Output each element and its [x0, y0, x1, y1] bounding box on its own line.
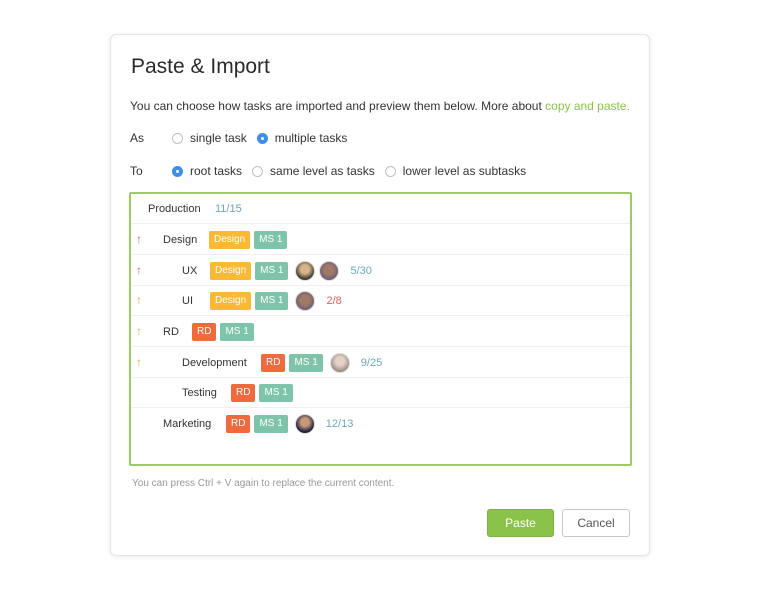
- priority-up-arrow-icon: ↑: [136, 263, 142, 277]
- avatar: [294, 414, 315, 434]
- radio-button[interactable]: [172, 132, 183, 144]
- task-row-ux: ↑ UX Design MS 1 5/30: [131, 256, 630, 286]
- tag-rd: RD: [231, 383, 256, 402]
- task-name: Testing: [182, 386, 217, 399]
- to-label: To: [130, 164, 143, 178]
- intro-description: You can choose how tasks are imported an…: [130, 99, 546, 113]
- task-row-production: Production 11/15: [131, 194, 630, 224]
- task-row-development: ↑ Development RD MS 1 9/25: [131, 348, 630, 378]
- task-name: UI: [182, 294, 193, 307]
- task-progress: 5/30: [350, 264, 372, 277]
- tag-milestone: MS 1: [254, 230, 288, 249]
- radio-root-tasks[interactable]: root tasks: [172, 164, 242, 178]
- task-row-marketing: Marketing RD MS 1 12/13: [131, 409, 630, 439]
- radio-label: single task: [190, 131, 247, 145]
- radio-label: same level as tasks: [270, 164, 375, 178]
- radio-same-level[interactable]: same level as tasks: [252, 164, 375, 178]
- intro-text: You can choose how tasks are imported an…: [130, 99, 630, 113]
- as-label: As: [130, 131, 145, 145]
- cancel-button[interactable]: Cancel: [562, 509, 630, 537]
- priority-up-arrow-icon: ↑: [136, 355, 142, 369]
- to-options-row: To root tasks same level as tasks lower …: [130, 164, 536, 178]
- tag-design: Design: [209, 230, 251, 249]
- task-progress: 12/13: [325, 418, 354, 430]
- avatar: [295, 260, 316, 281]
- task-progress: 9/25: [360, 356, 383, 369]
- priority-up-arrow-icon: ↑: [136, 232, 142, 246]
- avatar: [319, 260, 340, 281]
- tag-rd: RD: [226, 415, 251, 433]
- task-row-design: ↑ Design Design MS 1: [131, 225, 630, 255]
- dialog-title: Paste & Import: [131, 55, 270, 78]
- tag-milestone: MS 1: [254, 415, 288, 433]
- task-tags: RD MS 1 12/13: [226, 414, 353, 434]
- priority-up-arrow-icon: ↑: [136, 324, 142, 338]
- tag-milestone: MS 1: [255, 291, 289, 310]
- radio-label: lower level as subtasks: [402, 164, 527, 178]
- task-name: Marketing: [163, 418, 212, 430]
- priority-up-arrow-icon: ↑: [136, 293, 142, 307]
- radio-label: multiple tasks: [274, 131, 348, 145]
- tag-milestone: MS 1: [289, 353, 323, 372]
- task-row-ui: ↑ UI Design MS 1 2/8: [131, 286, 630, 316]
- task-name: UX: [182, 264, 198, 277]
- radio-multiple-tasks[interactable]: multiple tasks: [256, 131, 348, 145]
- task-row-rd: ↑ RD RD MS 1: [131, 317, 630, 347]
- radio-button[interactable]: [252, 165, 264, 177]
- paste-hint: You can press Ctrl + V again to replace …: [132, 478, 395, 489]
- paste-button[interactable]: Paste: [487, 509, 554, 537]
- radio-single-task[interactable]: single task: [172, 131, 247, 145]
- task-name: Design: [163, 233, 198, 246]
- radio-lower-level[interactable]: lower level as subtasks: [384, 164, 527, 178]
- task-tags: RD MS 1: [192, 322, 258, 341]
- radio-label: root tasks: [190, 164, 243, 178]
- task-tags: RD MS 1: [231, 383, 297, 402]
- avatar: [295, 290, 316, 311]
- task-progress: 2/8: [326, 294, 342, 307]
- task-name: RD: [163, 325, 179, 338]
- avatar: [329, 352, 350, 373]
- tag-rd: RD: [261, 353, 286, 372]
- task-tags: RD MS 1 9/25: [261, 352, 383, 373]
- task-tags: Design MS 1 2/8: [210, 290, 342, 311]
- preview-area[interactable]: Production 11/15 ↑ Design Design MS 1 ↑ …: [129, 192, 632, 466]
- task-name: Development: [182, 356, 247, 369]
- tag-design: Design: [210, 261, 252, 280]
- task-tags: Design MS 1: [209, 230, 291, 249]
- tag-milestone: MS 1: [255, 261, 289, 280]
- task-tags: Design MS 1 5/30: [210, 260, 372, 281]
- radio-button[interactable]: [256, 132, 268, 144]
- as-options-row: As single task multiple tasks: [130, 131, 357, 145]
- tag-rd: RD: [192, 322, 217, 341]
- radio-button[interactable]: [172, 165, 183, 177]
- tag-design: Design: [210, 291, 252, 310]
- task-progress: 11/15: [215, 202, 242, 215]
- task-row-testing: Testing RD MS 1: [131, 378, 630, 408]
- task-name: Production: [148, 202, 201, 215]
- tag-milestone: MS 1: [259, 383, 293, 402]
- tag-milestone: MS 1: [220, 322, 254, 341]
- copy-paste-link[interactable]: copy and paste.: [545, 99, 630, 113]
- radio-button[interactable]: [384, 165, 396, 177]
- paste-import-dialog: Paste & Import You can choose how tasks …: [110, 34, 650, 556]
